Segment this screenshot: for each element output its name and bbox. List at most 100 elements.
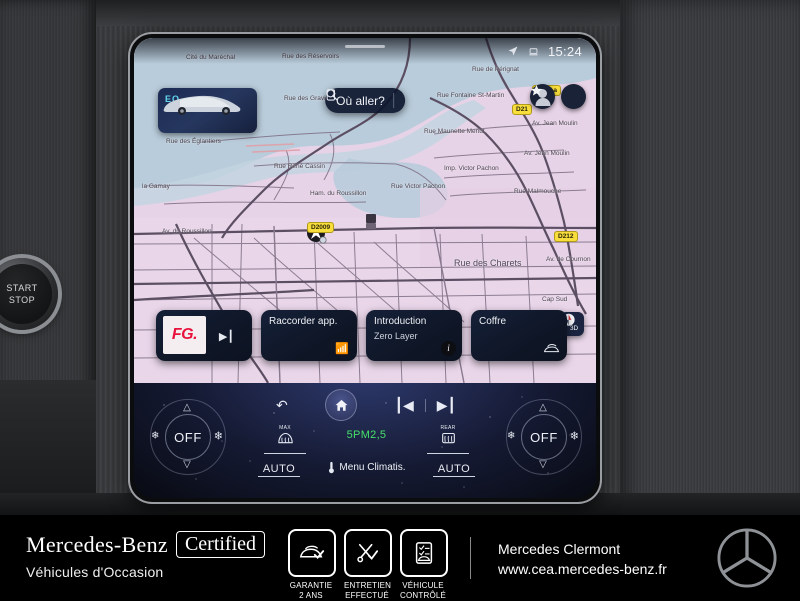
profile-controls bbox=[530, 84, 586, 109]
thermometer-icon bbox=[328, 461, 334, 474]
next-track-icon[interactable]: ▶┃ bbox=[219, 330, 234, 343]
map-street-label: Rue René Cassin bbox=[274, 163, 325, 170]
climate-menu-button[interactable]: Menu Climatis. bbox=[327, 461, 406, 474]
dealer-footer-banner: Mercedes-Benz Certified Véhicules d'Occa… bbox=[0, 515, 800, 600]
navigation-button-row: ↶ ┃◀ ▶┃ bbox=[276, 389, 456, 421]
front-defrost-underline bbox=[264, 452, 306, 454]
front-defrost-button[interactable]: MAX bbox=[258, 425, 312, 454]
bluetooth-icon: 📶 bbox=[335, 342, 349, 355]
map-street-label: Av. Jean Moulin bbox=[532, 120, 578, 127]
map-road-shield: D21 bbox=[512, 104, 532, 115]
search-divider bbox=[392, 93, 394, 108]
map-street-label: Ham. du Roussillon bbox=[310, 190, 367, 197]
car-trunk-icon bbox=[543, 343, 560, 352]
climate-quick-row: MAX AUTO 5PM2,5 Menu Climatis. REAR AUTO bbox=[254, 425, 479, 491]
passenger-temperature-dial[interactable]: △ ▽ ❄ ❄ OFF bbox=[506, 399, 582, 475]
passenger-temp-value[interactable]: OFF bbox=[521, 414, 567, 460]
climate-control-bar: △ ▽ ❄ ❄ OFF △ ▽ ❄ ❄ OFF ↶ ┃◀ ▶┃ MAX AUTO… bbox=[134, 383, 596, 498]
tile-connect-app-title: Raccorder app. bbox=[269, 315, 338, 327]
badge-inspection-line1: VÉHICULE bbox=[402, 581, 444, 590]
tile-introduction[interactable]: Introduction Zero Layer i bbox=[366, 309, 462, 361]
search-destination-bar[interactable]: Où aller? bbox=[325, 88, 405, 113]
tile-media[interactable]: FG. ▶┃ bbox=[156, 309, 252, 361]
home-button[interactable] bbox=[325, 389, 358, 421]
front-defrost-icon bbox=[277, 432, 293, 444]
send-destination-icon[interactable] bbox=[325, 88, 338, 102]
back-arrow-icon[interactable]: ↶ bbox=[276, 397, 288, 414]
search-input[interactable]: Où aller? bbox=[336, 94, 385, 108]
next-track-icon[interactable]: ▶┃ bbox=[437, 397, 456, 414]
status-bar: 15:24 bbox=[134, 38, 596, 64]
footer-divider bbox=[470, 537, 471, 579]
map-street-label: Rue Fontaine St-Martin bbox=[437, 92, 505, 99]
fg-logo-text: FG. bbox=[171, 325, 198, 343]
badge-service-line1: ENTRETIEN bbox=[344, 581, 392, 590]
nav-divider bbox=[424, 398, 426, 412]
map-street-label: Av. du Roussillon bbox=[162, 228, 212, 235]
infotainment-screen[interactable]: Cité du MaréchalRue des RéservoirsRue de… bbox=[134, 38, 596, 498]
mercedes-star-icon bbox=[717, 528, 777, 588]
sedan-car-icon bbox=[163, 95, 241, 115]
rear-defrost-underline bbox=[427, 452, 469, 454]
footer-badges: GARANTIE 2 ANS ENTRETIEN EFFECTUÉ VÉHICU… bbox=[288, 529, 448, 601]
screenshot-root: START STOP Rue de Pérignat Rue des Gravi… bbox=[0, 0, 800, 600]
auto-left-button[interactable]: AUTO bbox=[258, 463, 300, 477]
favorites-button[interactable] bbox=[530, 84, 586, 109]
map-street-label: Imp. Victor Pachon bbox=[444, 165, 499, 172]
info-icon[interactable]: i bbox=[441, 340, 456, 356]
driver-temp-up-icon[interactable]: △ bbox=[183, 402, 191, 413]
map-road-shield: D2009 bbox=[307, 222, 335, 233]
badge-warranty-line2: 2 ANS bbox=[299, 591, 323, 600]
tile-trunk-title: Coffre bbox=[479, 315, 507, 327]
map-street-label: Rue de Pérignat bbox=[472, 66, 519, 73]
map-street-label: la Gamay bbox=[142, 183, 170, 190]
air-quality-value: 5PM2,5 bbox=[346, 429, 387, 441]
tile-introduction-title: Introduction bbox=[374, 315, 427, 327]
driver-temp-value[interactable]: OFF bbox=[165, 414, 211, 460]
start-label: START bbox=[6, 283, 38, 293]
dealer-info: Mercedes Clermont www.cea.mercedes-benz.… bbox=[498, 539, 667, 579]
tools-check-icon bbox=[344, 529, 392, 577]
driver-fan-high-icon[interactable]: ❄ bbox=[214, 430, 223, 443]
map-street-label: Rue Victor Pachon bbox=[391, 183, 446, 190]
auto-right-button[interactable]: AUTO bbox=[433, 463, 475, 477]
navigation-arrow-icon bbox=[508, 46, 518, 56]
map-street-label: Rue des Églantiers bbox=[166, 138, 221, 145]
map-street-label: Rue des Charets bbox=[454, 258, 522, 268]
badge-warranty: GARANTIE 2 ANS bbox=[288, 529, 336, 601]
driver-fan-low-icon[interactable]: ❄ bbox=[151, 431, 159, 442]
map-street-label: Rue Malmouche bbox=[514, 188, 562, 195]
tile-trunk[interactable]: Coffre bbox=[471, 309, 567, 361]
driver-temp-down-icon[interactable]: ▽ bbox=[183, 459, 191, 470]
rear-defrost-button[interactable]: REAR bbox=[421, 425, 475, 454]
driver-temperature-dial[interactable]: △ ▽ ❄ ❄ OFF bbox=[150, 399, 226, 475]
map-road-shield: D212 bbox=[554, 231, 578, 242]
passenger-temp-down-icon[interactable]: ▽ bbox=[539, 459, 547, 470]
passenger-fan-high-icon[interactable]: ❄ bbox=[570, 430, 579, 443]
rear-defrost-icon bbox=[441, 432, 455, 444]
footer-subtitle: Véhicules d'Occasion bbox=[26, 564, 164, 580]
brand-name: Mercedes-Benz bbox=[26, 531, 168, 557]
dealer-url[interactable]: www.cea.mercedes-benz.fr bbox=[498, 559, 667, 579]
dealer-name: Mercedes Clermont bbox=[498, 541, 621, 557]
badge-service-line2: EFFECTUÉ bbox=[345, 591, 389, 600]
infotainment-screen-bezel: Cité du MaréchalRue des RéservoirsRue de… bbox=[130, 34, 600, 502]
tile-introduction-subtitle: Zero Layer bbox=[374, 330, 418, 341]
badge-service: ENTRETIEN EFFECTUÉ bbox=[344, 529, 392, 601]
passenger-temp-up-icon[interactable]: △ bbox=[539, 402, 547, 413]
badge-warranty-line1: GARANTIE bbox=[289, 581, 333, 590]
checklist-car-icon bbox=[400, 529, 448, 577]
start-stop-inner: START STOP bbox=[0, 264, 52, 324]
eq-vehicle-widget[interactable]: EQ bbox=[158, 88, 257, 133]
badge-inspection: VÉHICULE CONTRÔLÉ bbox=[400, 529, 448, 601]
passenger-fan-low-icon[interactable]: ❄ bbox=[507, 431, 515, 442]
mercedes-certified-lockup: Mercedes-Benz Certified Véhicules d'Occa… bbox=[26, 531, 266, 580]
screen-drag-handle[interactable] bbox=[345, 45, 385, 48]
tile-connect-app[interactable]: Raccorder app. 📶 bbox=[261, 309, 357, 361]
previous-track-icon[interactable]: ┃◀ bbox=[395, 397, 414, 414]
car-check-icon bbox=[288, 529, 336, 577]
map-street-label: Cap Sud bbox=[542, 296, 568, 303]
map-street-label: Rue Maunette Menut bbox=[424, 128, 485, 135]
home-icon bbox=[335, 399, 348, 411]
badge-inspection-line2: CONTRÔLÉ bbox=[400, 591, 447, 600]
